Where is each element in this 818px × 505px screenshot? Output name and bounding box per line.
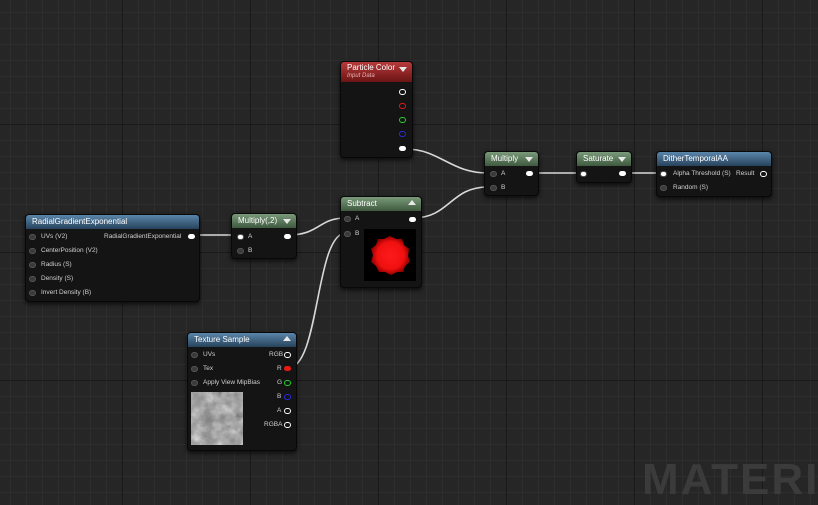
multiply-title: Multiply (491, 154, 519, 163)
output-pin[interactable] (619, 171, 626, 176)
output-pin[interactable] (188, 234, 195, 239)
collapse-arrow-icon[interactable] (525, 157, 533, 162)
input-pin-a[interactable] (237, 234, 244, 240)
multiply2-title: Multiply(,2) (238, 216, 278, 225)
output-pin-b[interactable] (284, 394, 291, 400)
input-pin-invert-density[interactable] (29, 290, 36, 296)
pin-label-tex: Tex (203, 365, 214, 372)
output-pin-a[interactable] (399, 146, 406, 151)
pin-label-a: A (277, 407, 282, 414)
input-pin-b[interactable] (237, 248, 244, 254)
pin-label-uvs: UVs (V2) (41, 233, 68, 240)
subtract-node[interactable]: Subtract A B (340, 196, 422, 288)
material-editor-watermark: MATERIA (642, 455, 818, 504)
output-pin-result[interactable] (760, 171, 767, 177)
pin-label-uvs: UVs (203, 351, 216, 358)
output-pin-rgb[interactable] (399, 89, 406, 95)
pin-label-apply-view-mipbias: Apply View MipBias (203, 379, 260, 386)
collapse-arrow-icon[interactable] (408, 200, 416, 205)
collapse-arrow-icon[interactable] (618, 157, 626, 162)
input-pin-b[interactable] (490, 185, 497, 191)
output-pin-g[interactable] (399, 117, 406, 123)
input-pin-b[interactable] (344, 231, 351, 237)
pin-label-alpha-threshold: Alpha Threshold (S) (673, 170, 731, 177)
output-pin-b[interactable] (399, 131, 406, 137)
output-pin-rgb[interactable] (284, 352, 291, 358)
dither-title: DitherTemporalAA (663, 154, 728, 163)
pin-label-density: Density (S) (41, 275, 74, 282)
noise-texture-preview-icon (191, 392, 243, 445)
output-pin-rgba[interactable] (284, 422, 291, 428)
dither-temporal-aa-node[interactable]: DitherTemporalAA Alpha Threshold (S) Res… (656, 151, 772, 197)
input-pin-uvs[interactable] (29, 234, 36, 240)
subtract-preview-thumbnail (364, 229, 416, 281)
multiply-node[interactable]: Multiply A B (484, 151, 539, 196)
pin-label-result: Result (736, 170, 755, 177)
input-pin-apply-view-mipbias[interactable] (191, 380, 198, 386)
pin-label-b: B (355, 230, 360, 237)
pin-label-a: A (355, 215, 360, 222)
pin-label-random: Random (S) (673, 184, 709, 191)
pin-label-a: A (248, 233, 253, 240)
input-pin[interactable] (580, 171, 587, 177)
subtract-title: Subtract (347, 199, 377, 208)
pin-label-g: G (277, 379, 283, 386)
output-pin[interactable] (284, 234, 291, 239)
output-pin-r[interactable] (399, 103, 406, 109)
texture-title: Texture Sample (194, 335, 250, 344)
input-pin-random[interactable] (660, 185, 667, 191)
texture-sample-node[interactable]: Texture Sample UVs RGB Tex R Apply View … (187, 332, 297, 451)
output-pin-a[interactable] (284, 408, 291, 414)
particle-color-node[interactable]: Particle Color Input Data (340, 61, 413, 158)
input-pin-tex[interactable] (191, 366, 198, 372)
saturate-title: Saturate (583, 154, 614, 163)
texture-preview-thumbnail (191, 392, 243, 445)
collapse-arrow-icon[interactable] (283, 336, 291, 341)
subtract-header[interactable]: Subtract (341, 197, 421, 211)
pin-label-invert-density: Invert Density (B) (41, 289, 92, 296)
dither-header[interactable]: DitherTemporalAA (657, 152, 771, 166)
input-pin-a[interactable] (490, 171, 497, 177)
radial-title: RadialGradientExponential (32, 217, 128, 226)
pin-label-radius: Radius (S) (41, 261, 72, 268)
input-pin-uvs[interactable] (191, 352, 198, 358)
pin-label-b: B (277, 393, 282, 400)
input-pin-alpha-threshold[interactable] (660, 171, 667, 177)
radial-header[interactable]: RadialGradientExponential (26, 215, 199, 229)
multiply2-header[interactable]: Multiply(,2) (232, 214, 296, 228)
output-pin-g[interactable] (284, 380, 291, 386)
input-pin-center-position[interactable] (29, 248, 36, 254)
particle-color-title: Particle Color (347, 63, 396, 72)
output-pin[interactable] (526, 171, 533, 176)
pin-label-rgb: RGB (269, 351, 284, 358)
input-pin-density[interactable] (29, 276, 36, 282)
red-blob-preview-icon (371, 236, 410, 275)
pin-label-output: RadialGradientExponential (104, 233, 182, 240)
collapse-arrow-icon[interactable] (399, 67, 407, 72)
pin-label-a: A (501, 170, 506, 177)
output-pin-r[interactable] (284, 366, 291, 371)
radial-gradient-exponential-node[interactable]: RadialGradientExponential UVs (V2) Radia… (25, 214, 200, 302)
pin-label-b: B (501, 184, 506, 191)
saturate-header[interactable]: Saturate (577, 152, 631, 166)
input-pin-radius[interactable] (29, 262, 36, 268)
multiply-constant-node[interactable]: Multiply(,2) A B (231, 213, 297, 259)
texture-header[interactable]: Texture Sample (188, 333, 296, 347)
collapse-arrow-icon[interactable] (283, 219, 291, 224)
pin-label-center-position: CenterPosition (V2) (41, 247, 98, 254)
pin-label-rgba: RGBA (264, 421, 283, 428)
pin-label-b: B (248, 247, 253, 254)
input-pin-a[interactable] (344, 216, 351, 222)
saturate-node[interactable]: Saturate (576, 151, 632, 183)
output-pin[interactable] (409, 217, 416, 222)
particle-color-header[interactable]: Particle Color Input Data (341, 62, 412, 82)
multiply-header[interactable]: Multiply (485, 152, 538, 166)
pin-label-r: R (277, 365, 282, 372)
particle-color-subtitle: Input Data (347, 73, 375, 79)
